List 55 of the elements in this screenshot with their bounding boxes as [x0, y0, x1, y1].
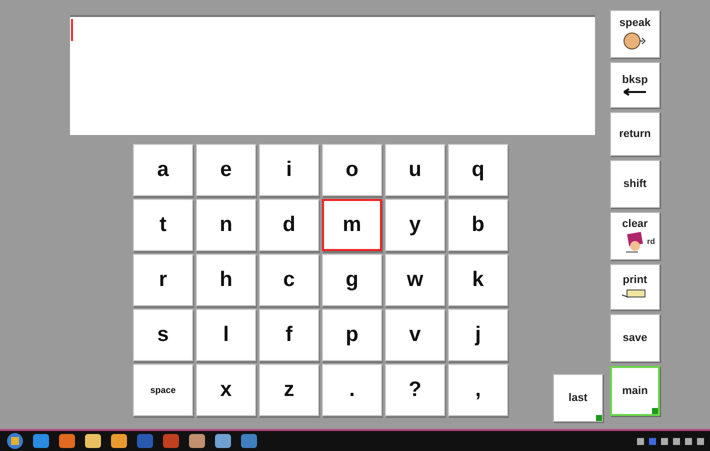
card-icon	[624, 232, 646, 254]
key-button[interactable]: space	[133, 364, 193, 416]
side-button[interactable]: clear rd	[610, 212, 660, 260]
link-marker	[652, 408, 658, 414]
key-button[interactable]: p	[322, 309, 382, 361]
app-icon[interactable]	[58, 433, 76, 449]
side-button[interactable]: bksp	[610, 62, 660, 108]
app-icon[interactable]	[32, 433, 50, 449]
key-button[interactable]: e	[196, 144, 256, 196]
key-button[interactable]: a	[133, 144, 193, 196]
app-icon[interactable]	[110, 433, 128, 449]
app-icon[interactable]	[214, 433, 232, 449]
key-button[interactable]: m	[322, 199, 382, 251]
start-orb-icon[interactable]	[6, 432, 24, 450]
app-icon[interactable]	[84, 433, 102, 449]
message-field[interactable]	[70, 15, 595, 135]
key-button[interactable]: b	[448, 199, 508, 251]
last-button[interactable]: last	[553, 374, 603, 422]
key-button[interactable]: d	[259, 199, 319, 251]
key-button[interactable]: ?	[385, 364, 445, 416]
side-button[interactable]: return	[610, 112, 660, 156]
key-button[interactable]: .	[322, 364, 382, 416]
key-button[interactable]: ,	[448, 364, 508, 416]
app-icon[interactable]	[240, 433, 258, 449]
key-button[interactable]: g	[322, 254, 382, 306]
side-button[interactable]: print	[610, 264, 660, 310]
side-button[interactable]: speak	[610, 10, 660, 58]
text-cursor	[71, 19, 73, 41]
key-button[interactable]: q	[448, 144, 508, 196]
key-button[interactable]: w	[385, 254, 445, 306]
key-button[interactable]: i	[259, 144, 319, 196]
side-button[interactable]: shift	[610, 160, 660, 208]
key-button[interactable]: s	[133, 309, 193, 361]
caption-text: rd	[647, 237, 655, 246]
key-button[interactable]: l	[196, 309, 256, 361]
key-button[interactable]: f	[259, 309, 319, 361]
key-button[interactable]: j	[448, 309, 508, 361]
key-button[interactable]: v	[385, 309, 445, 361]
arrow-left-icon	[623, 88, 647, 96]
key-button[interactable]: n	[196, 199, 256, 251]
key-button[interactable]: z	[259, 364, 319, 416]
side-button[interactable]: main	[610, 366, 660, 416]
side-button[interactable]: save	[610, 314, 660, 362]
key-button[interactable]: r	[133, 254, 193, 306]
key-button[interactable]: h	[196, 254, 256, 306]
key-button[interactable]: k	[448, 254, 508, 306]
link-marker	[596, 415, 602, 421]
head-icon	[623, 31, 647, 51]
key-button[interactable]: t	[133, 199, 193, 251]
key-button[interactable]: u	[385, 144, 445, 196]
key-button[interactable]: y	[385, 199, 445, 251]
key-button[interactable]: x	[196, 364, 256, 416]
key-button[interactable]: o	[322, 144, 382, 196]
key-button[interactable]: c	[259, 254, 319, 306]
app-icon[interactable]	[188, 433, 206, 449]
